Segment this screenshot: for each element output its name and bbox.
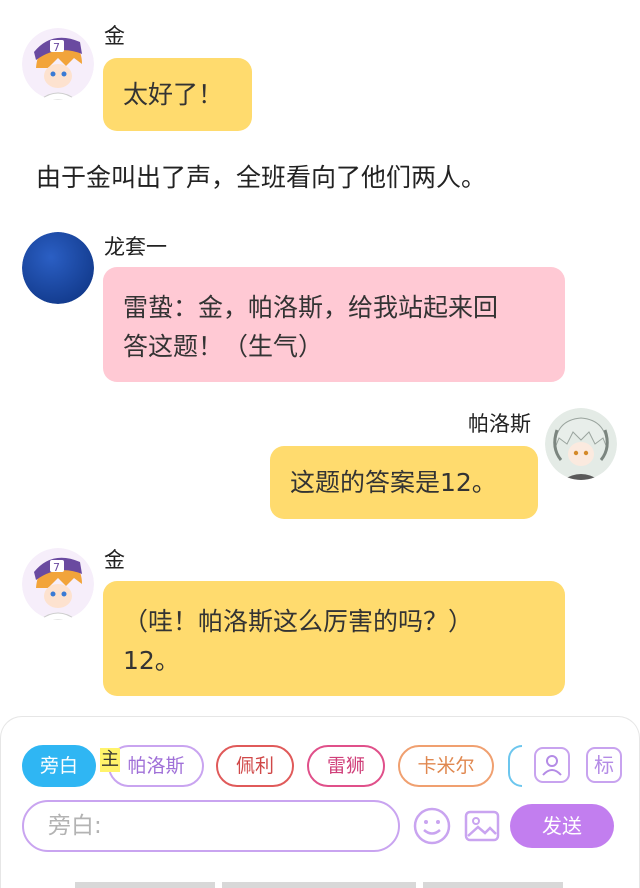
smiley-icon xyxy=(413,807,451,845)
add-character-button[interactable] xyxy=(534,747,570,783)
role-chip-label: 卡米尔 xyxy=(417,755,475,777)
sender-name: 金 xyxy=(104,548,125,572)
role-chip-label: 雷狮 xyxy=(326,755,365,777)
sender-name: 龙套一 xyxy=(104,235,167,259)
bottom-bar-segment xyxy=(222,882,416,888)
role-chip-kamier[interactable]: 卡米尔 xyxy=(398,745,494,787)
image-button[interactable] xyxy=(462,806,502,846)
input-placeholder: 旁白: xyxy=(48,813,102,839)
role-chip-peili[interactable]: 佩利 xyxy=(216,745,294,787)
sender-name: 帕洛斯 xyxy=(468,412,531,436)
message-text: 太好了！ xyxy=(123,80,224,109)
tag-button-label: 标 xyxy=(594,753,614,777)
message-bubble[interactable]: 雷蛰：金，帕洛斯，给我站起来回 答这题！（生气） xyxy=(103,267,565,382)
role-chip-label: 佩利 xyxy=(235,755,274,777)
message-text: 这题的答案是12。 xyxy=(290,468,497,497)
role-chip-leishi[interactable]: 雷狮 xyxy=(307,745,385,787)
role-chip-label: 旁白 xyxy=(39,755,78,777)
bottom-bar-segment xyxy=(75,882,215,888)
role-chip-label: 帕洛斯 xyxy=(127,755,185,777)
avatar-jin[interactable]: 7 xyxy=(22,548,94,620)
svg-text:7: 7 xyxy=(53,41,60,54)
person-card-icon xyxy=(542,755,562,776)
send-button[interactable]: 发送 xyxy=(510,804,614,848)
sender-name: 金 xyxy=(104,24,125,48)
message-bubble[interactable]: （哇！帕洛斯这么厉害的吗？） 12。 xyxy=(103,581,565,696)
message-input[interactable]: 旁白: xyxy=(22,800,400,852)
role-chip-overflow[interactable] xyxy=(508,745,522,787)
role-chip-narration[interactable]: 旁白 xyxy=(22,745,96,787)
emoji-button[interactable] xyxy=(412,806,452,846)
image-icon xyxy=(464,810,500,842)
message-bubble[interactable]: 这题的答案是12。 xyxy=(270,446,538,519)
main-role-marker: 主 xyxy=(100,748,120,772)
message-text-line: 12。 xyxy=(123,646,180,675)
avatar-jin[interactable]: 7 xyxy=(22,28,94,100)
message-text-line: 答这题！（生气） xyxy=(123,332,324,361)
role-chip-palos[interactable]: 帕洛斯 xyxy=(108,745,204,787)
tag-button[interactable]: 标 xyxy=(586,747,622,783)
avatar-extra[interactable] xyxy=(22,232,94,304)
bottom-bar-segment xyxy=(423,882,563,888)
message-bubble[interactable]: 太好了！ xyxy=(103,58,252,131)
svg-text:7: 7 xyxy=(53,561,60,574)
send-button-label: 发送 xyxy=(542,814,582,838)
avatar-palos[interactable] xyxy=(545,408,617,480)
narration-text: 由于金叫出了声，全班看向了他们两人。 xyxy=(36,163,487,192)
